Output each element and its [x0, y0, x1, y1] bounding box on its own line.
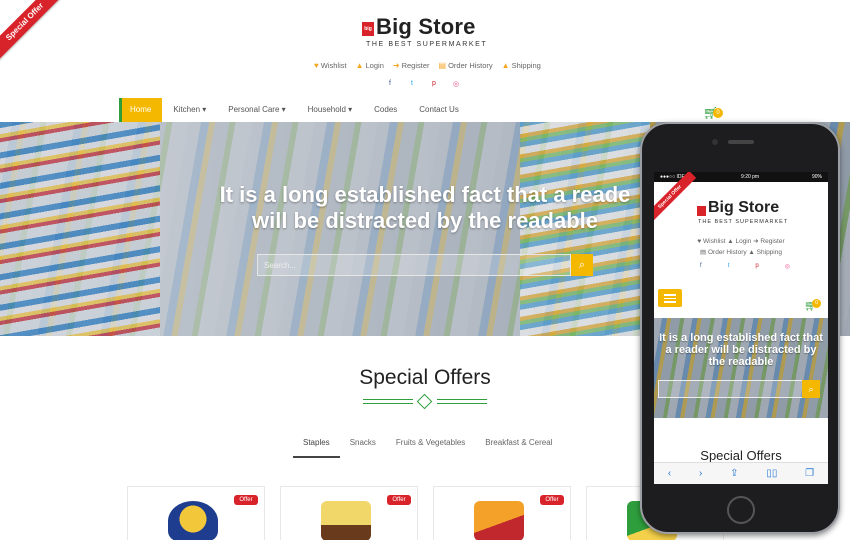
order-history-link[interactable]: ▤ Order History [439, 59, 493, 71]
cart-count-badge: 0 [713, 108, 723, 118]
brand-logo[interactable]: big Big Store THE BEST SUPERMARKET [362, 14, 492, 50]
register-link[interactable]: ➜ Register [393, 59, 430, 71]
nav-item-codes[interactable]: Codes [363, 98, 408, 122]
title-divider [363, 393, 487, 410]
product-card[interactable]: Offer [433, 486, 571, 540]
dribbble-icon[interactable]: ◎ [785, 263, 790, 270]
browser-toolbar: ‹ › ⇪ ▯▯ ❐ [654, 462, 828, 484]
twitter-icon[interactable]: t [408, 80, 416, 90]
product-image[interactable] [321, 501, 371, 540]
mobile-cart-count-badge: 0 [812, 299, 821, 308]
forward-icon[interactable]: › [699, 468, 702, 479]
mobile-links-row-2[interactable]: ▤ Order History ▲ Shipping [664, 247, 818, 258]
mobile-social-links: f t p ◎ [700, 263, 790, 270]
pinterest-icon[interactable]: p [430, 80, 438, 90]
product-image[interactable] [168, 501, 218, 540]
divider-line-left [363, 399, 413, 400]
special-offer-ribbon[interactable]: Special Offer [0, 0, 70, 67]
mobile-hero-title: It is a long established fact that a rea… [659, 332, 823, 368]
nav-item-household[interactable]: Household ▾ [297, 98, 364, 122]
mobile-links-row-1[interactable]: ♥ Wishlist ▲ Login ➜ Register [664, 236, 818, 247]
divider-line-right-2 [437, 403, 487, 404]
social-links: f t p ◎ [386, 80, 466, 90]
tab-breakfast-cereal[interactable]: Breakfast & Cereal [475, 434, 562, 458]
tabs-icon[interactable]: ❐ [805, 468, 814, 479]
truck-icon: ▲ [501, 60, 510, 70]
tab-staples[interactable]: Staples [293, 434, 340, 458]
product-card[interactable]: Offer [280, 486, 418, 540]
hamburger-menu-icon[interactable] [658, 289, 682, 307]
shipping-label: Shipping [511, 60, 541, 70]
user-icon: ▲ [355, 60, 364, 70]
main-nav: Home Kitchen ▾ Personal Care ▾ Household… [119, 98, 729, 122]
search-button[interactable]: ⌕ [571, 254, 593, 276]
back-icon[interactable]: ‹ [668, 468, 671, 479]
shipping-link[interactable]: ▲ Shipping [502, 59, 541, 71]
brand-tagline: THE BEST SUPERMARKET [366, 41, 488, 48]
offer-badge: Offer [387, 495, 411, 505]
phone-mockup: ●●●○○ IDEA 9:20 pm 90% Special Offer Big… [640, 122, 840, 534]
tab-fruits-vegetables[interactable]: Fruits & Vegetables [386, 434, 475, 458]
product-card[interactable]: Offer [127, 486, 265, 540]
top-links: ♥ Wishlist ▲ Login ➜ Register ▤ Order Histor… [314, 59, 544, 71]
nav-item-kitchen[interactable]: Kitchen ▾ [162, 98, 217, 122]
facebook-icon[interactable]: f [700, 263, 702, 270]
login-link[interactable]: ▲ Login [356, 59, 384, 71]
divider-line-right [437, 399, 487, 400]
document-icon: ▤ [438, 60, 447, 70]
diamond-icon [416, 393, 433, 410]
speaker-grille [728, 140, 754, 144]
brand-name: Big Store [376, 14, 476, 39]
share-icon[interactable]: ⇪ [730, 468, 738, 479]
offer-badge: Offer [540, 495, 564, 505]
hero-title-line-1: It is a long established fact that a rea… [219, 182, 631, 207]
offer-tabs: Staples Snacks Fruits & Vegetables Break… [293, 434, 563, 458]
heart-icon: ♥ [314, 60, 319, 70]
search-icon: ⌕ [578, 259, 586, 271]
phone-screen: ●●●○○ IDEA 9:20 pm 90% Special Offer Big… [654, 172, 828, 484]
hero-search: ⌕ [257, 254, 593, 276]
mobile-top-links[interactable]: ♥ Wishlist ▲ Login ➜ Register ▤ Order Hi… [664, 236, 818, 258]
mobile-brand-name[interactable]: Big Store [708, 199, 779, 217]
twitter-icon[interactable]: t [728, 263, 730, 270]
mobile-cart-button[interactable]: 🛒︎ 0 [804, 296, 826, 312]
register-label: Register [401, 60, 430, 70]
product-cards: Offer Offer Offer Offer [127, 486, 724, 540]
pinterest-icon[interactable]: p [755, 263, 758, 270]
login-label: Login [365, 60, 384, 70]
phone-home-button[interactable] [727, 496, 755, 524]
status-time: 9:20 pm [741, 174, 760, 180]
hero-title-line-2: will be distracted by the readable [252, 208, 598, 233]
search-icon: ⌕ [808, 384, 814, 394]
wishlist-link[interactable]: ♥ Wishlist [314, 59, 347, 71]
nav-item-home[interactable]: Home [119, 98, 163, 122]
tab-snacks[interactable]: Snacks [340, 434, 386, 458]
mobile-brand-mark-icon [697, 206, 706, 216]
hero-image-shelves-left [0, 122, 160, 336]
mobile-brand-tagline: THE BEST SUPERMARKET [698, 219, 789, 225]
brand-mark-icon: big [362, 22, 374, 36]
special-offers-title: Special Offers [359, 366, 491, 389]
offer-badge: Offer [234, 495, 258, 505]
product-image[interactable] [474, 501, 524, 540]
wishlist-label: Wishlist [320, 60, 347, 70]
search-input[interactable] [257, 254, 571, 276]
arrow-right-icon: ➜ [392, 60, 400, 70]
nav-item-contact-us[interactable]: Contact Us [408, 98, 470, 122]
camera-icon [712, 139, 718, 145]
nav-item-personal-care[interactable]: Personal Care ▾ [217, 98, 296, 122]
battery-label: 90% [811, 174, 822, 180]
mobile-hero-banner: It is a long established fact that a rea… [654, 318, 828, 418]
mobile-search-button[interactable]: ⌕ [802, 380, 820, 398]
bookmarks-icon[interactable]: ▯▯ [766, 468, 777, 479]
mobile-search-input[interactable]: ⌕ [658, 380, 820, 398]
cart-button[interactable]: 🛒︎ 0 [703, 104, 725, 120]
mobile-special-offers-title: Special Offers [700, 448, 782, 463]
hero-title: It is a long established fact that a rea… [150, 182, 700, 234]
divider-line-left-2 [363, 403, 413, 404]
dribbble-icon[interactable]: ◎ [452, 80, 460, 90]
page: Special Offer big Big Store THE BEST SUP… [0, 0, 850, 540]
order-history-label: Order History [448, 60, 493, 70]
facebook-icon[interactable]: f [386, 80, 394, 90]
